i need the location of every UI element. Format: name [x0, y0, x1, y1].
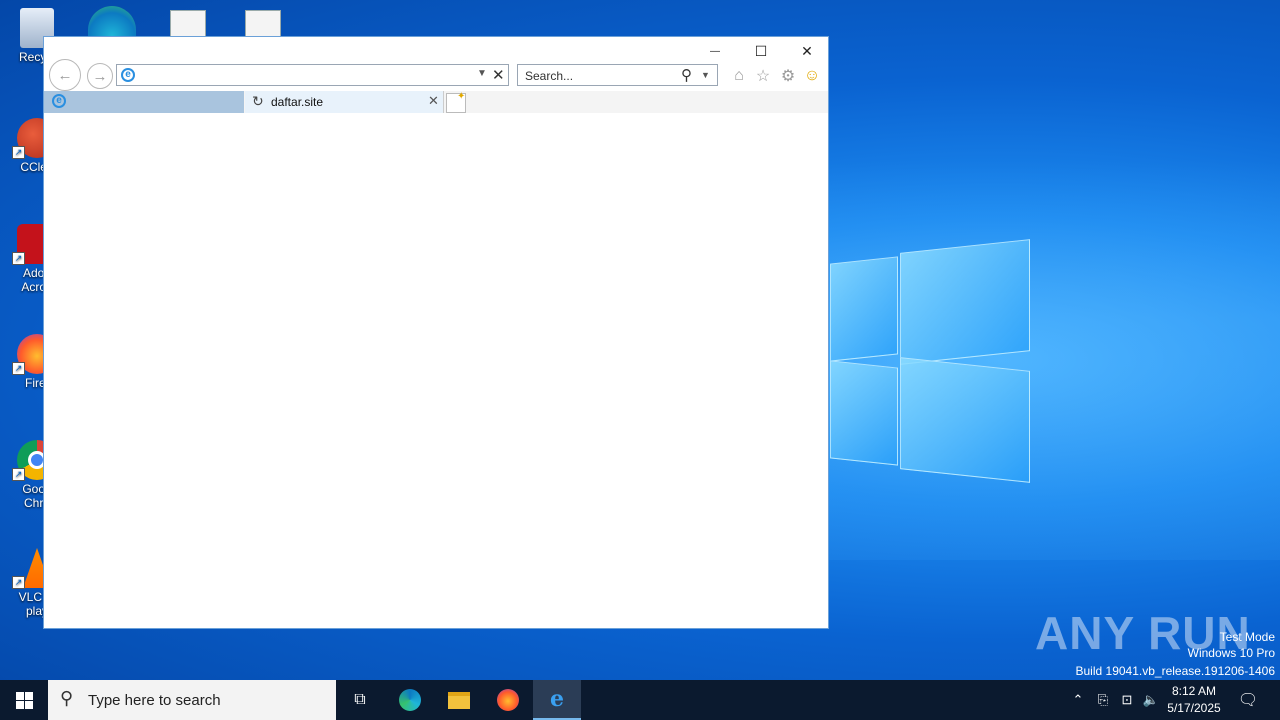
address-bar[interactable]: e ▼ ✕ [116, 64, 509, 86]
folder-icon [448, 691, 470, 709]
minimize-button[interactable]: — [692, 37, 738, 65]
desktop-icon-image-file-2[interactable] [245, 10, 281, 38]
taskbar-ie-button[interactable]: e [533, 680, 581, 720]
taskbar-edge-button[interactable] [386, 680, 434, 720]
search-placeholder: Search... [525, 69, 574, 83]
edge-icon [399, 689, 421, 711]
test-mode-label: Test Mode [1219, 630, 1275, 644]
maximize-button[interactable]: ☐ [738, 37, 784, 65]
tab-blank[interactable]: e [44, 91, 244, 113]
tab-title: daftar.site [271, 95, 324, 109]
shortcut-arrow-icon: ↗ [12, 576, 25, 589]
close-button[interactable]: ✕ [784, 37, 830, 65]
address-dropdown-icon[interactable]: ▼ [477, 68, 487, 79]
ie-icon: e [550, 686, 564, 712]
taskbar-search-placeholder: Type here to search [88, 692, 221, 709]
page-content[interactable] [44, 113, 828, 628]
build-label: Build 19041.vb_release.191206-1406 [1075, 664, 1276, 678]
tray-network-icon[interactable]: ⊡ [1117, 680, 1137, 720]
taskbar-file-explorer-button[interactable] [435, 680, 483, 720]
desktop-icon-image-file-1[interactable] [170, 10, 206, 38]
taskbar-search-box[interactable]: ⚲ Type here to search [48, 680, 336, 720]
show-hidden-icons-button[interactable]: ⌃ [1068, 680, 1088, 720]
clock-date: 5/17/2025 [1167, 701, 1221, 715]
back-arrow-icon: ← [57, 66, 73, 84]
forward-arrow-icon: → [92, 67, 108, 85]
ie-page-icon: e [121, 68, 135, 82]
windows-edition-label: Windows 10 Pro [1187, 646, 1275, 660]
tray-volume-icon[interactable]: 🔈 [1141, 680, 1161, 720]
task-view-icon: ⧉ [354, 691, 366, 708]
feedback-smiley-icon[interactable]: ☺ [802, 66, 822, 86]
action-center-button[interactable]: 🗨 [1234, 680, 1262, 720]
new-tab-icon: ✦ [457, 91, 466, 102]
forward-button[interactable]: → [87, 63, 113, 89]
shortcut-arrow-icon: ↗ [12, 468, 25, 481]
clock-time: 8:12 AM [1171, 684, 1217, 698]
back-button[interactable]: ← [49, 59, 81, 91]
navigation-bar: ← → e ▼ ✕ Search... ⚲ ▼ ⌂ ☆ ⚙ ☺ [44, 59, 828, 91]
tools-gear-icon[interactable]: ⚙ [778, 66, 798, 86]
stop-icon[interactable]: ✕ [492, 66, 505, 84]
tab-bar: e ↻ daftar.site ✕ ✦ [44, 91, 828, 113]
search-icon[interactable]: ⚲ [681, 66, 692, 84]
notification-icon: 🗨 [1237, 692, 1259, 709]
ie-tab-icon: e [52, 94, 66, 108]
home-icon[interactable]: ⌂ [729, 66, 749, 86]
clock[interactable]: 8:12 AM 5/17/2025 [1164, 680, 1224, 720]
new-tab-button[interactable]: ✦ [446, 91, 466, 113]
search-icon: ⚲ [60, 688, 74, 708]
taskbar: ⚲ Type here to search ⧉ e ⌃ ⎘ ⊡ 🔈 8:12 A… [0, 680, 1280, 720]
tray-usb-icon[interactable]: ⎘ [1093, 680, 1113, 720]
search-dropdown-icon[interactable]: ▼ [701, 70, 710, 80]
desktop-icon-edge[interactable] [88, 6, 136, 36]
shortcut-arrow-icon: ↗ [12, 362, 25, 375]
task-view-button[interactable]: ⧉ [336, 680, 384, 720]
start-button[interactable] [0, 680, 48, 720]
taskbar-firefox-button[interactable] [484, 680, 532, 720]
chevron-up-icon: ⌃ [1072, 692, 1084, 707]
loading-spinner-icon: ↻ [252, 93, 264, 109]
tab-close-icon[interactable]: ✕ [428, 93, 439, 109]
search-box[interactable]: Search... ⚲ ▼ [517, 64, 718, 86]
tab-daftar-site[interactable]: ↻ daftar.site ✕ [245, 91, 444, 113]
firefox-icon [497, 689, 519, 711]
internet-explorer-window[interactable]: — ☐ ✕ ← → e ▼ ✕ Search... ⚲ ▼ ⌂ ☆ ⚙ ☺ e … [43, 36, 829, 629]
windows-start-icon [15, 691, 33, 709]
favorites-star-icon[interactable]: ☆ [753, 66, 773, 86]
title-bar[interactable]: — ☐ ✕ [44, 37, 828, 63]
shortcut-arrow-icon: ↗ [12, 146, 25, 159]
shortcut-arrow-icon: ↗ [12, 252, 25, 265]
windows-logo-wallpaper [830, 239, 1030, 483]
